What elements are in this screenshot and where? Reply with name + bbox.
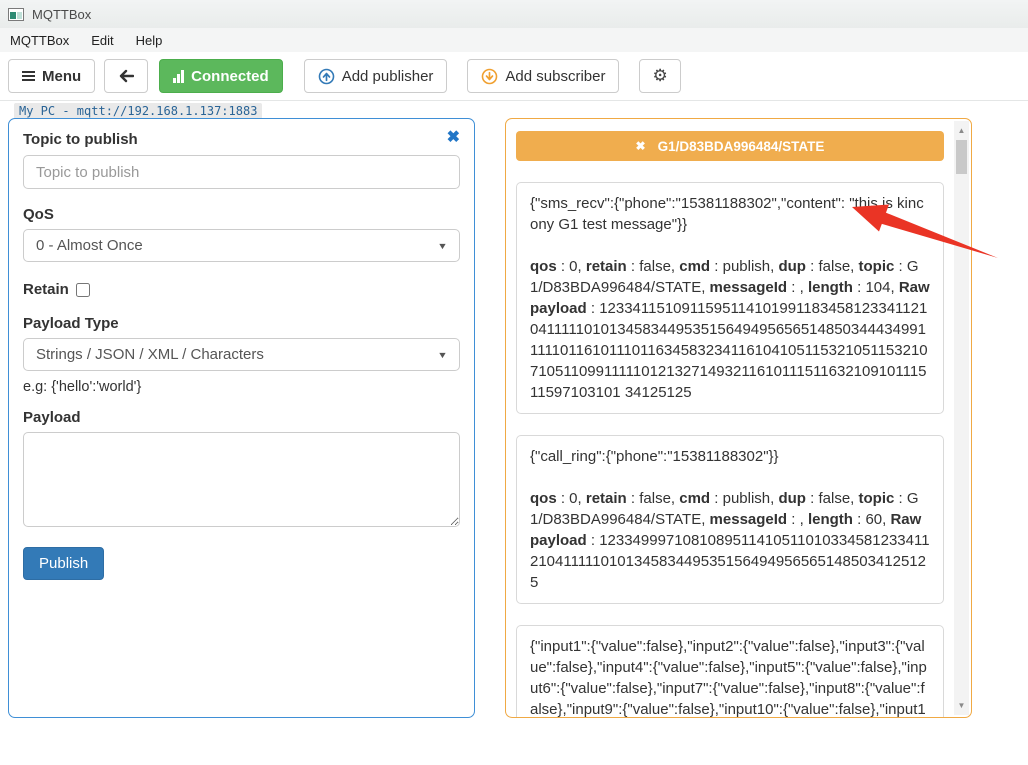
publish-button[interactable]: Publish (23, 547, 104, 580)
connected-button[interactable]: Connected (159, 59, 283, 93)
payload-example-hint: e.g: {'hello':'world'} (23, 379, 460, 395)
topic-input[interactable] (23, 155, 460, 189)
connected-label: Connected (191, 68, 269, 85)
menu-button[interactable]: Menu (8, 59, 95, 93)
message-list: {"sms_recv":{"phone":"15381188302","cont… (516, 182, 944, 717)
menu-item-help[interactable]: Help (132, 30, 173, 51)
back-arrow-icon (118, 69, 134, 83)
publisher-panel: Topic to publish ✖ QoS 0 - Almost Once ▼… (8, 118, 475, 718)
subscriber-content: ✖ G1/D83BDA996484/STATE {"sms_recv":{"ph… (506, 119, 954, 717)
chevron-down-icon: ▼ (437, 241, 448, 251)
unsubscribe-close-icon[interactable]: ✖ (636, 139, 646, 153)
app-icon (8, 8, 24, 21)
circle-arrow-down-icon (481, 68, 498, 85)
hamburger-icon (22, 71, 35, 81)
payload-type-select[interactable]: Strings / JSON / XML / Characters ▼ (23, 338, 460, 371)
connection-label: My PC - mqtt://192.168.1.137:1883 (14, 103, 262, 119)
scrollbar-thumb[interactable] (956, 140, 967, 174)
circle-arrow-up-icon (318, 68, 335, 85)
signal-bars-icon (173, 70, 184, 83)
retain-label: Retain (23, 281, 69, 298)
gear-icon: ⚙ (652, 66, 667, 86)
subscriber-panel: ✖ G1/D83BDA996484/STATE {"sms_recv":{"ph… (505, 118, 972, 718)
payload-textarea[interactable] (23, 432, 460, 527)
menu-bar: MQTTBox Edit Help (0, 28, 1028, 52)
scroll-down-button[interactable]: ▼ (954, 698, 969, 713)
payload-type-label: Payload Type (23, 315, 460, 332)
toolbar: Menu Connected Add publisher Add subscri… (0, 52, 1028, 101)
message-meta: qos : 0, retain : false, cmd : publish, … (530, 256, 930, 403)
payload-label: Payload (23, 409, 460, 426)
app-window: MQTTBox MQTTBox Edit Help Menu Connected… (0, 0, 1028, 765)
title-bar: MQTTBox (0, 0, 1028, 28)
add-subscriber-button[interactable]: Add subscriber (467, 59, 619, 93)
add-publisher-label: Add publisher (342, 68, 434, 85)
message-card: {"sms_recv":{"phone":"15381188302","cont… (516, 182, 944, 414)
topic-to-publish-label: Topic to publish (23, 131, 138, 148)
menu-item-mqttbox[interactable]: MQTTBox (6, 30, 79, 51)
close-publisher-icon[interactable]: ✖ (447, 131, 460, 145)
message-meta: qos : 0, retain : false, cmd : publish, … (530, 488, 930, 593)
add-subscriber-label: Add subscriber (505, 68, 605, 85)
qos-select[interactable]: 0 - Almost Once ▼ (23, 229, 460, 262)
menu-button-label: Menu (42, 68, 81, 85)
message-card: {"call_ring":{"phone":"15381188302"}} qo… (516, 435, 944, 604)
message-payload: {"call_ring":{"phone":"15381188302"}} (530, 446, 930, 467)
chevron-down-icon: ▼ (437, 350, 448, 360)
qos-selected-value: 0 - Almost Once (36, 237, 143, 254)
settings-button[interactable]: ⚙ (639, 59, 680, 93)
message-card: {"input1":{"value":false},"input2":{"val… (516, 625, 944, 717)
subscriber-topic-label: G1/D83BDA996484/STATE (658, 139, 825, 154)
add-publisher-button[interactable]: Add publisher (304, 59, 448, 93)
back-button[interactable] (104, 59, 148, 93)
payload-type-selected-value: Strings / JSON / XML / Characters (36, 346, 264, 363)
qos-label: QoS (23, 206, 460, 223)
menu-item-edit[interactable]: Edit (87, 30, 123, 51)
message-payload: {"sms_recv":{"phone":"15381188302","cont… (530, 193, 930, 235)
window-title: MQTTBox (32, 7, 91, 22)
scroll-up-button[interactable]: ▲ (954, 123, 969, 138)
subscriber-topic-button[interactable]: ✖ G1/D83BDA996484/STATE (516, 131, 944, 161)
message-payload: {"input1":{"value":false},"input2":{"val… (530, 636, 930, 717)
scrollbar-track[interactable]: ▲ ▼ (954, 121, 969, 715)
retain-checkbox[interactable] (76, 283, 90, 297)
